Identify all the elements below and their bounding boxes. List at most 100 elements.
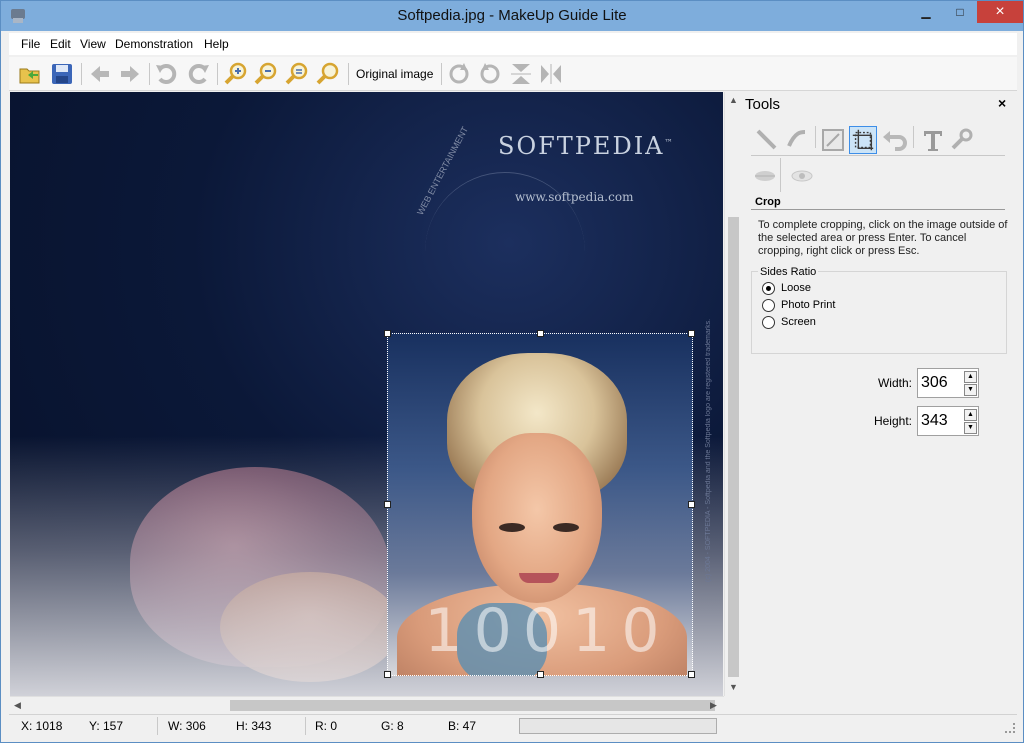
save-icon[interactable] <box>49 61 75 87</box>
radio-label: Loose <box>781 282 811 294</box>
radio-label: Screen <box>781 316 816 328</box>
status-x: X: 1018 <box>21 719 63 733</box>
crop-handle-top-left[interactable] <box>384 330 391 337</box>
width-stepper[interactable]: 306 ▲ ▼ <box>917 368 979 398</box>
brand-text: SOFTPEDIA™ <box>498 132 675 160</box>
rotate-right-icon[interactable] <box>446 61 472 87</box>
undo-icon[interactable] <box>154 61 180 87</box>
scroll-left-arrow-icon[interactable]: ◀ <box>14 700 21 711</box>
tools-row-2 <box>751 158 781 192</box>
crop-icon[interactable] <box>849 126 877 154</box>
toolbar-separator <box>81 63 82 85</box>
toolbar-separator <box>441 63 442 85</box>
status-blue: B: 47 <box>448 719 477 733</box>
rotate-left-icon[interactable] <box>477 61 503 87</box>
lips-icon[interactable] <box>751 162 779 190</box>
flip-horizontal-icon[interactable] <box>538 61 564 87</box>
vertical-scroll-thumb[interactable] <box>728 217 739 677</box>
redo-icon[interactable] <box>185 61 211 87</box>
crop-handle-right[interactable] <box>688 501 695 508</box>
crop-handle-top[interactable] <box>537 330 544 337</box>
radio-button[interactable] <box>762 299 775 312</box>
minimize-button[interactable]: ▁ <box>911 1 941 23</box>
width-up-arrow-icon[interactable]: ▲ <box>964 371 977 383</box>
height-label: Height: <box>873 414 912 428</box>
toolbar: Original image <box>9 57 1017 91</box>
menu-edit[interactable]: Edit <box>50 37 71 51</box>
brush-icon[interactable] <box>753 126 781 154</box>
image-canvas[interactable]: SOFTPEDIA™ www.softpedia.com WEB ENTERTA… <box>10 92 723 696</box>
image-watermark: (c) 2004 - SOFTPEDIA - Softpedia and the… <box>705 318 712 582</box>
maximize-button[interactable]: □ <box>945 1 975 23</box>
horizontal-scroll-thumb[interactable] <box>230 700 715 711</box>
retouch-icon[interactable] <box>783 126 811 154</box>
brand-url: www.softpedia.com <box>515 190 634 204</box>
scroll-right-arrow-icon[interactable]: ▶ <box>710 700 717 711</box>
status-y: Y: 157 <box>89 719 124 733</box>
status-green: G: 8 <box>381 719 404 733</box>
tools-close-button[interactable]: × <box>998 95 1006 111</box>
zoom-actual-icon[interactable] <box>315 61 341 87</box>
tools-row-1 <box>751 122 1005 156</box>
height-up-arrow-icon[interactable]: ▲ <box>964 409 977 421</box>
status-divider <box>305 717 306 735</box>
app-window: Softpedia.jpg - MakeUp Guide Lite ▁ □ × … <box>0 0 1024 743</box>
toolbar-separator <box>149 63 150 85</box>
horizontal-scrollbar[interactable]: ◀ ▶ <box>10 696 724 713</box>
width-down-arrow-icon[interactable]: ▼ <box>964 384 977 396</box>
menu-bar: File Edit View Demonstration Help <box>9 33 1017 55</box>
status-divider <box>157 717 158 735</box>
status-bar: X: 1018 Y: 157 W: 306 H: 343 R: 0 G: 8 B… <box>9 714 1017 736</box>
menu-help[interactable]: Help <box>204 37 229 51</box>
close-button[interactable]: × <box>977 1 1023 23</box>
scroll-up-arrow-icon[interactable]: ▲ <box>729 95 738 105</box>
undo-tool-icon[interactable] <box>881 126 909 154</box>
crop-handle-left[interactable] <box>384 501 391 508</box>
crop-help-text: To complete cropping, click on the image… <box>758 219 1008 257</box>
height-stepper[interactable]: 343 ▲ ▼ <box>917 406 979 436</box>
zoom-in-icon[interactable] <box>223 61 249 87</box>
resize-grip-icon[interactable] <box>1005 723 1015 733</box>
crop-handle-bottom-right[interactable] <box>688 671 695 678</box>
crop-handle-bottom[interactable] <box>537 671 544 678</box>
eye-icon[interactable] <box>788 162 816 190</box>
radio-button[interactable] <box>762 282 775 295</box>
tools-title: Tools <box>745 96 781 113</box>
menu-demonstration[interactable]: Demonstration <box>115 37 193 51</box>
window-title: Softpedia.jpg - MakeUp Guide Lite <box>397 7 627 24</box>
vertical-scrollbar[interactable]: ▲ ▼ <box>724 92 741 696</box>
sides-ratio-label: Sides Ratio <box>758 266 819 278</box>
tools-panel: Tools × Crop To complete cropping, click… <box>742 92 1017 713</box>
back-icon[interactable] <box>87 61 113 87</box>
scroll-down-arrow-icon[interactable]: ▼ <box>729 682 738 692</box>
crop-handle-bottom-left[interactable] <box>384 671 391 678</box>
section-divider <box>751 209 1005 210</box>
crop-handle-top-right[interactable] <box>688 330 695 337</box>
toolbar-separator <box>217 63 218 85</box>
radio-button[interactable] <box>762 316 775 329</box>
original-image-button[interactable]: Original image <box>356 67 433 81</box>
title-bar: Softpedia.jpg - MakeUp Guide Lite ▁ □ × <box>1 1 1023 31</box>
open-icon[interactable] <box>17 61 43 87</box>
status-width: W: 306 <box>168 719 206 733</box>
height-down-arrow-icon[interactable]: ▼ <box>964 422 977 434</box>
crop-selection[interactable] <box>384 330 695 678</box>
status-red: R: 0 <box>315 719 338 733</box>
width-value[interactable]: 306 <box>921 374 948 392</box>
progress-bar <box>519 718 717 734</box>
zoom-out-icon[interactable] <box>253 61 279 87</box>
menu-file[interactable]: File <box>21 37 40 51</box>
forward-icon[interactable] <box>117 61 143 87</box>
settings-wrench-icon[interactable] <box>947 126 975 154</box>
menu-view[interactable]: View <box>80 37 106 51</box>
width-label: Width: <box>877 376 912 390</box>
tools-separator <box>815 126 816 148</box>
zoom-fit-icon[interactable] <box>284 61 310 87</box>
radio-label: Photo Print <box>781 299 836 311</box>
flip-vertical-icon[interactable] <box>508 61 534 87</box>
resize-icon[interactable] <box>819 126 847 154</box>
text-icon[interactable] <box>919 126 947 154</box>
height-value[interactable]: 343 <box>921 412 948 430</box>
toolbar-separator <box>348 63 349 85</box>
status-height: H: 343 <box>236 719 272 733</box>
